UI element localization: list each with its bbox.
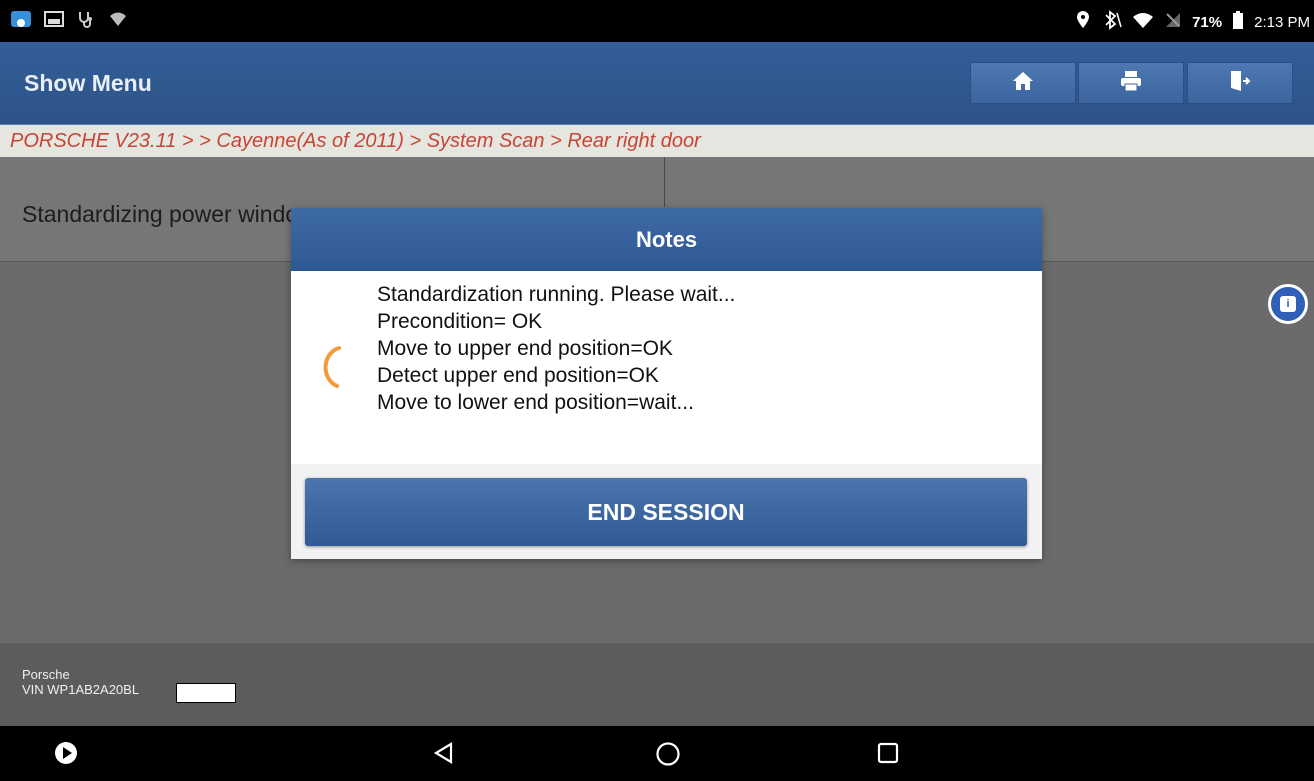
play-icon[interactable] (54, 741, 78, 770)
message-line: Detect upper end position=OK (377, 364, 659, 387)
breadcrumb: PORSCHE V23.11 > > Cayenne(As of 2011) >… (0, 125, 1314, 157)
message-line: Move to upper end position=OK (377, 337, 673, 360)
battery-icon (1232, 10, 1244, 34)
back-icon[interactable] (432, 741, 456, 770)
loading-spinner-icon (315, 342, 345, 397)
battery-percent: 71% (1192, 13, 1223, 31)
message-line: Move to lower end position=wait... (377, 391, 694, 414)
exit-button[interactable] (1187, 62, 1293, 104)
end-session-button[interactable]: END SESSION (305, 478, 1027, 546)
row-divider (664, 157, 665, 207)
home-nav-icon[interactable] (655, 741, 681, 772)
info-icon: i (1280, 296, 1296, 312)
print-icon (1120, 70, 1142, 97)
print-button[interactable] (1078, 62, 1184, 104)
message-line: Precondition= OK (377, 310, 543, 333)
navigation-bar (0, 726, 1314, 781)
app-header: Show Menu (0, 42, 1314, 126)
vehicle-make: Porsche (22, 667, 70, 682)
status-bar: 71% 2:13 PM (0, 0, 1314, 42)
info-floating-icon[interactable]: i (1268, 284, 1308, 324)
app-icon (10, 9, 32, 34)
stethoscope-icon (76, 9, 96, 34)
recents-icon[interactable] (876, 741, 900, 770)
wifi-icon (1132, 11, 1154, 33)
message-line: Standardization running. Please wait... (377, 283, 736, 306)
no-signal-icon (1164, 11, 1182, 33)
breadcrumb-text: PORSCHE V23.11 > > Cayenne(As of 2011) >… (10, 130, 701, 152)
function-label: Standardizing power windows (22, 201, 327, 227)
page-title[interactable]: Show Menu (24, 70, 152, 97)
dialog-title: Notes (291, 208, 1042, 271)
clock: 2:13 PM (1254, 13, 1310, 31)
notes-dialog: Notes Standardization running. Please wa… (291, 208, 1042, 559)
vehicle-info-footer: Porsche VIN WP1AB2A20BL (0, 643, 1314, 726)
vehicle-vin: VIN WP1AB2A20BL (22, 682, 140, 697)
dialog-message: Standardization running. Please wait... … (377, 281, 735, 416)
bluetooth-icon (1100, 10, 1122, 34)
image-icon (44, 10, 64, 33)
exit-icon (1229, 70, 1251, 97)
vin-redaction (176, 683, 236, 703)
home-icon (1012, 71, 1034, 96)
location-icon (1076, 10, 1090, 34)
wifi-unknown-icon (108, 10, 128, 33)
home-button[interactable] (970, 62, 1076, 104)
dialog-body: Standardization running. Please wait... … (291, 271, 1042, 464)
